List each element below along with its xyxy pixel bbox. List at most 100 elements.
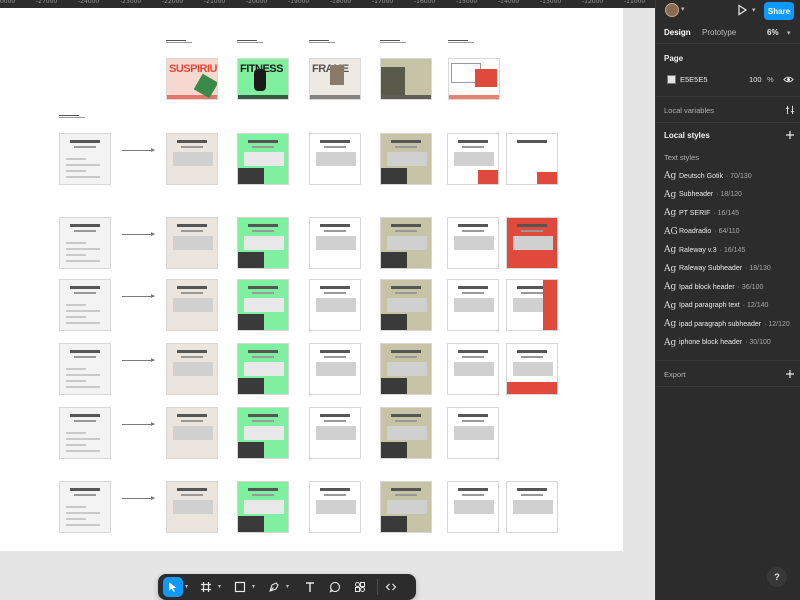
page-color-hex[interactable]: E5E5E5: [680, 75, 708, 84]
variant-artboard[interactable]: [309, 481, 361, 533]
source-artboard[interactable]: [59, 217, 111, 269]
export-label[interactable]: Export: [664, 370, 686, 379]
text-style-item[interactable]: Ag Raleway Subheader · 18/130: [664, 262, 771, 276]
tab-prototype[interactable]: Prototype: [702, 28, 736, 37]
text-style-item[interactable]: Ag Ipad block header · 36/100: [664, 280, 763, 294]
variant-artboard[interactable]: [447, 481, 499, 533]
variant-artboard[interactable]: [380, 407, 432, 459]
variant-artboard[interactable]: [237, 407, 289, 459]
variant-artboard[interactable]: [380, 133, 432, 185]
variant-artboard[interactable]: [237, 481, 289, 533]
variables-settings-icon[interactable]: [785, 105, 795, 115]
variant-artboard[interactable]: [506, 343, 558, 395]
variant-artboard[interactable]: [309, 217, 361, 269]
artboard-subheading: [462, 494, 484, 496]
text-style-item[interactable]: Ag Deutsch Gotik · 70/130: [664, 169, 752, 183]
artboard-subheading: [521, 494, 543, 496]
variant-artboard[interactable]: [166, 343, 218, 395]
add-style-plus-icon[interactable]: [785, 130, 795, 140]
variant-artboard[interactable]: [237, 133, 289, 185]
actions-tool-button[interactable]: [350, 577, 370, 597]
text-style-item[interactable]: Ag ipad paragraph subheader · 12/120: [664, 317, 790, 331]
variant-artboard[interactable]: [166, 481, 218, 533]
variant-artboard[interactable]: [506, 481, 558, 533]
source-artboard[interactable]: [59, 343, 111, 395]
variant-artboard[interactable]: [166, 279, 218, 331]
text-style-item[interactable]: Ag Raleway v.3 · 16/145: [664, 243, 745, 257]
top-frame-fitness[interactable]: FITNESS: [237, 58, 289, 100]
variant-artboard[interactable]: [237, 279, 289, 331]
pen-tool-caret-icon[interactable]: ▾: [286, 583, 289, 590]
canvas[interactable]: SUSPIRIUM FITNESS FRAME ▾ ▾ ▾ ▾: [0, 8, 655, 600]
top-frame-bar: [449, 95, 499, 99]
shape-tool-button[interactable]: [230, 577, 250, 597]
page-color-swatch[interactable]: [667, 75, 676, 84]
top-frame-frame-3[interactable]: FRAME: [309, 58, 361, 100]
source-artboard[interactable]: [59, 279, 111, 331]
text-style-item[interactable]: AG Roadradio · 64/110: [664, 225, 739, 239]
shape-tool-caret-icon[interactable]: ▾: [252, 583, 255, 590]
pen-tool-button[interactable]: [264, 577, 284, 597]
variant-artboard[interactable]: [237, 217, 289, 269]
variant-artboard[interactable]: [447, 133, 499, 185]
text-style-item[interactable]: Ag iphone block header · 30/100: [664, 336, 771, 350]
avatar[interactable]: [665, 3, 679, 17]
text-style-item[interactable]: Ag PT SERIF · 16/145: [664, 206, 739, 220]
present-play-icon[interactable]: [736, 4, 748, 16]
comment-tool-button[interactable]: [325, 577, 345, 597]
variant-artboard[interactable]: [166, 217, 218, 269]
share-button[interactable]: Share: [764, 2, 794, 20]
help-button[interactable]: ?: [767, 567, 787, 587]
zoom-level[interactable]: 6%: [767, 28, 779, 37]
variant-artboard[interactable]: [447, 343, 499, 395]
page-opacity-value[interactable]: 100: [749, 75, 762, 84]
variant-artboard[interactable]: [166, 133, 218, 185]
variant-artboard[interactable]: [506, 217, 558, 269]
dev-mode-toggle[interactable]: [381, 577, 401, 597]
source-artboard[interactable]: [59, 133, 111, 185]
variant-artboard[interactable]: [447, 407, 499, 459]
source-artboard[interactable]: [59, 481, 111, 533]
artboard-photo: [381, 516, 407, 532]
artboard-subheading: [324, 146, 346, 148]
variant-artboard[interactable]: [380, 343, 432, 395]
local-variables-label[interactable]: Local variables: [664, 106, 714, 115]
text-tool-button[interactable]: [300, 577, 320, 597]
artboard-subheading: [324, 230, 346, 232]
variant-artboard[interactable]: [380, 217, 432, 269]
text-style-item[interactable]: Ag Ipad paragraph text · 12/140: [664, 299, 768, 313]
variant-artboard[interactable]: [447, 279, 499, 331]
variant-artboard[interactable]: [506, 133, 558, 185]
frame-tool-button[interactable]: [196, 577, 216, 597]
artboard-device-image: [316, 426, 356, 440]
variant-artboard[interactable]: [380, 279, 432, 331]
tab-design[interactable]: Design: [664, 28, 691, 37]
variant-artboard[interactable]: [506, 279, 558, 331]
frame-tool-caret-icon[interactable]: ▾: [218, 583, 221, 590]
move-tool-button[interactable]: [163, 577, 183, 597]
add-export-plus-icon[interactable]: [785, 369, 795, 379]
variant-artboard[interactable]: [309, 279, 361, 331]
artboard-text-line: [66, 176, 100, 178]
variant-artboard[interactable]: [309, 133, 361, 185]
top-frame-title: SUSPIRIUM: [169, 63, 217, 75]
top-frame-frame-4[interactable]: [380, 58, 432, 100]
variant-artboard[interactable]: [237, 343, 289, 395]
eye-icon[interactable]: [783, 74, 794, 85]
top-frame-portrait: [330, 65, 344, 85]
variant-artboard[interactable]: [380, 481, 432, 533]
move-tool-caret-icon[interactable]: ▾: [185, 583, 188, 590]
variant-artboard[interactable]: [447, 217, 499, 269]
text-style-item[interactable]: Ag Subheader · 18/120: [664, 188, 742, 202]
zoom-chevron-icon[interactable]: ▾: [787, 29, 791, 37]
present-options-chevron-icon[interactable]: ▾: [752, 6, 756, 14]
variant-artboard[interactable]: [166, 407, 218, 459]
source-artboard[interactable]: [59, 407, 111, 459]
top-frame-suspirium[interactable]: SUSPIRIUM: [166, 58, 218, 100]
variant-artboard[interactable]: [309, 343, 361, 395]
avatar-menu-chevron-icon[interactable]: ▾: [681, 5, 685, 13]
top-frame-frame-5[interactable]: [448, 58, 500, 100]
artboard-device-image: [454, 152, 494, 166]
design-board[interactable]: SUSPIRIUM FITNESS FRAME: [0, 8, 623, 551]
variant-artboard[interactable]: [309, 407, 361, 459]
